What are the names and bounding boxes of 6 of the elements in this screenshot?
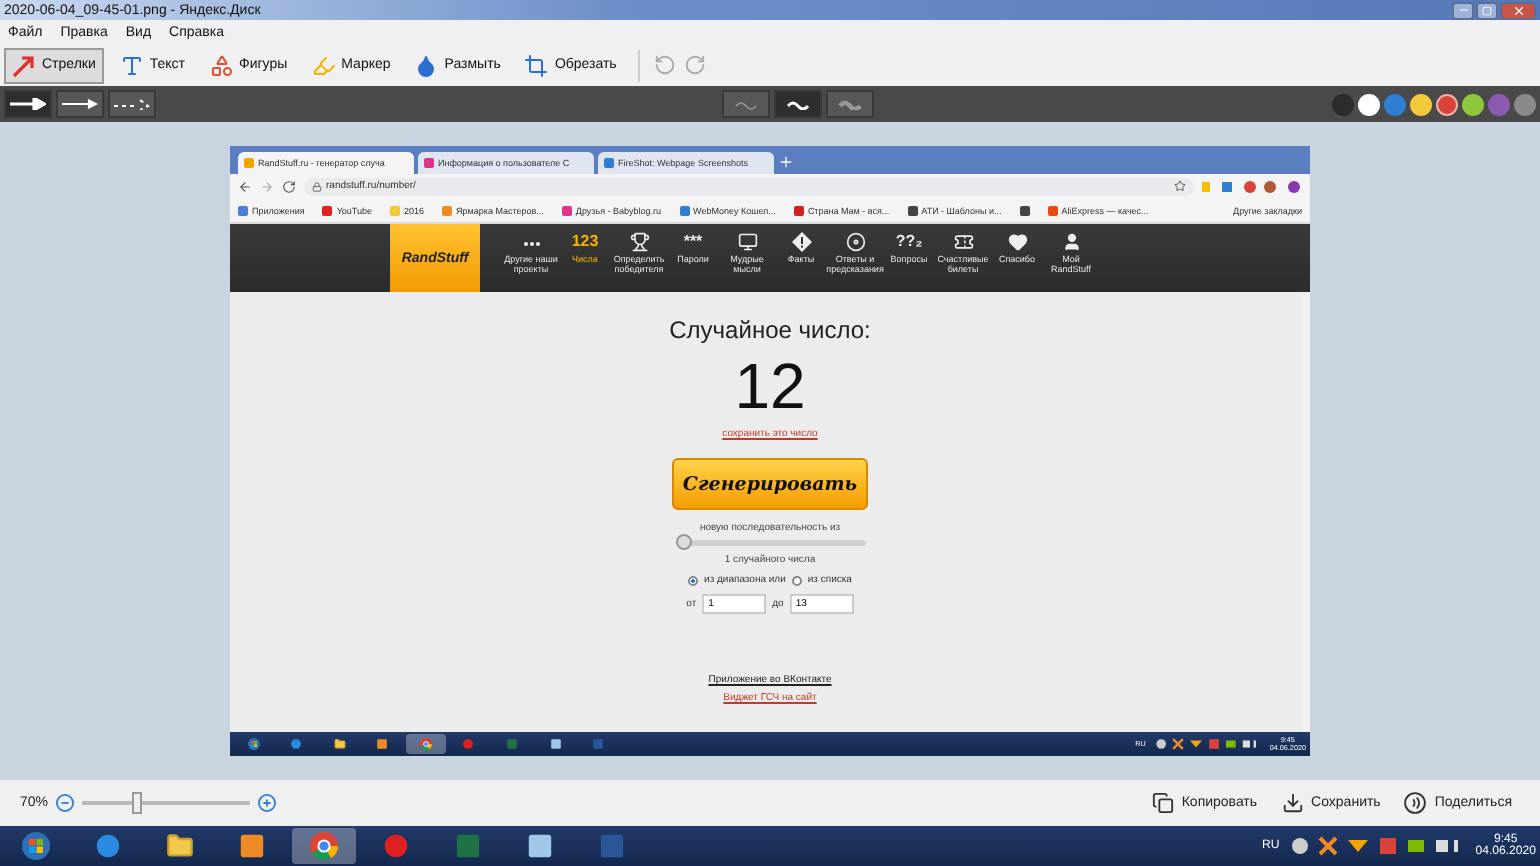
heading: Случайное число: <box>669 316 871 344</box>
random-number: 12 <box>734 348 806 424</box>
nav-glyph: *** <box>683 232 703 252</box>
generate-button[interactable]: Сгенерировать <box>672 458 868 510</box>
nav-glyph: 123 <box>571 232 599 252</box>
nav-glyph: ??₂ <box>895 232 923 252</box>
